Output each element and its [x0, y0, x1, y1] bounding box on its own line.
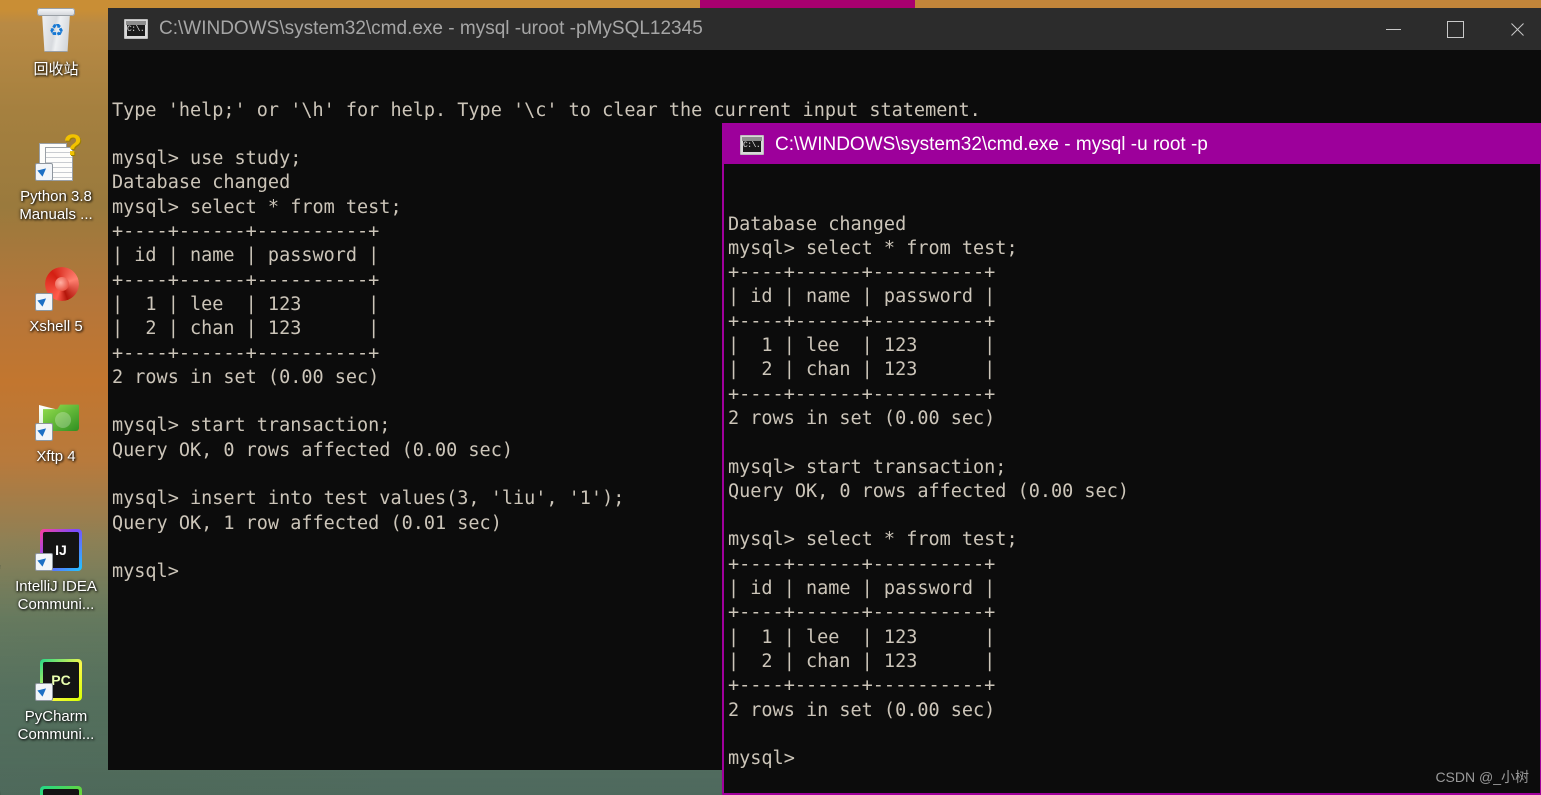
desktop-icon-label: Xftp 4: [36, 448, 76, 465]
close-button[interactable]: [1486, 8, 1541, 50]
maximize-button[interactable]: [1424, 8, 1486, 50]
desktop-icon-xshell[interactable]: Xshell 5: [2, 265, 110, 336]
desktop-top-strip: [0, 0, 1541, 8]
xftp-icon: [31, 395, 81, 443]
cmd-icon: [740, 134, 764, 155]
desktop-screen: ♻ 回收站 ? Python 3.8 Manuals ... Xshell 5 …: [0, 0, 1541, 795]
window2-titlebar[interactable]: C:\WINDOWS\system32\cmd.exe - mysql -u r…: [724, 125, 1540, 164]
desktop-icon-extra[interactable]: [2, 782, 110, 795]
cmd-icon: [124, 19, 148, 39]
desktop-icon-pycharm[interactable]: PC PyCharm Communi...: [2, 655, 110, 744]
desktop-icon-label: PyCharm Communi...: [17, 708, 95, 743]
desktop-icon-xftp[interactable]: Xftp 4: [2, 395, 110, 466]
csdn-watermark: CSDN @_小树: [1435, 769, 1529, 785]
python-manuals-icon: ?: [31, 131, 82, 183]
desktop-icon-label: 回收站: [33, 61, 79, 78]
window1-controls[interactable]: [1362, 8, 1541, 50]
intellij-idea-icon: IJ: [31, 525, 82, 573]
window2-title: C:\WINDOWS\system32\cmd.exe - mysql -u r…: [775, 133, 1208, 155]
extra-app-icon: [31, 782, 82, 795]
window1-titlebar[interactable]: C:\WINDOWS\system32\cmd.exe - mysql -uro…: [108, 8, 1541, 50]
window2-terminal-output[interactable]: Database changed mysql> select * from te…: [724, 164, 1540, 792]
window1-title: C:\WINDOWS\system32\cmd.exe - mysql -uro…: [159, 18, 703, 39]
console-window-mysql-u-root[interactable]: C:\WINDOWS\system32\cmd.exe - mysql -u r…: [722, 123, 1541, 795]
pycharm-icon: PC: [31, 655, 82, 703]
desktop-icon-intellij-idea[interactable]: IJ IntelliJ IDEA Communi...: [2, 525, 110, 614]
desktop-icon-python-manuals[interactable]: ? Python 3.8 Manuals ...: [2, 131, 110, 224]
minimize-button[interactable]: [1362, 8, 1424, 50]
xshell-icon: [31, 265, 81, 313]
desktop-icon-label: Python 3.8 Manuals ...: [19, 188, 93, 223]
window2-terminal-text: Database changed mysql> select * from te…: [728, 213, 1129, 770]
desktop-icon-label: Xshell 5: [29, 318, 83, 335]
desktop-icon-label: IntelliJ IDEA Communi...: [15, 578, 97, 613]
desktop-icon-recycle-bin[interactable]: ♻ 回收站: [2, 8, 110, 79]
recycle-bin-icon: ♻: [31, 8, 81, 56]
